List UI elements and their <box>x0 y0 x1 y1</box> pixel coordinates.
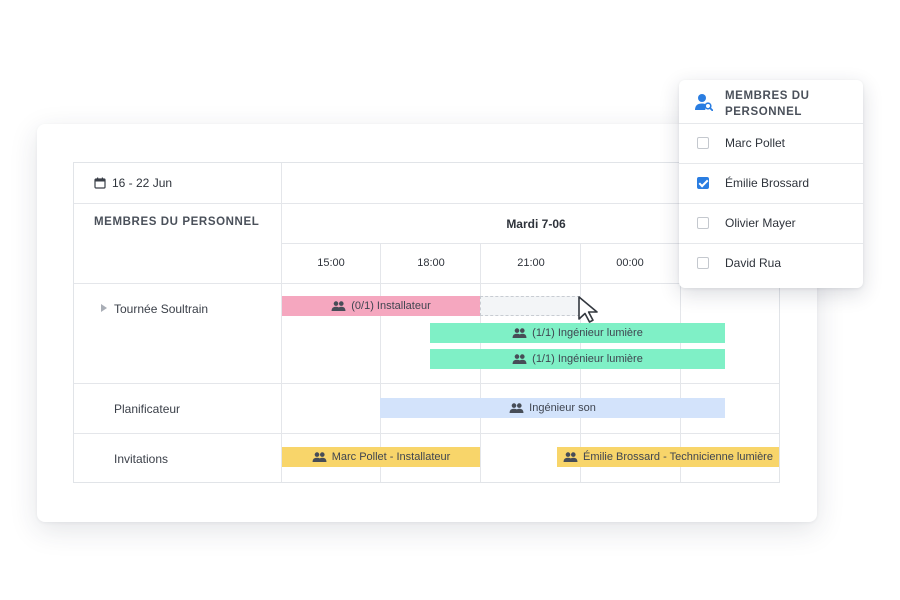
drag-placeholder <box>480 296 580 316</box>
shift-bar-ingenieur-son[interactable]: Ingénieur son <box>380 398 725 418</box>
member-checkbox[interactable] <box>697 257 709 269</box>
row-label-planificateur: Planificateur <box>114 402 181 416</box>
calendar-icon <box>94 177 106 189</box>
staff-panel-title: MEMBRES DU PERSONNEL <box>725 90 810 118</box>
hour-label: 21:00 <box>517 257 545 269</box>
people-icon <box>512 354 527 364</box>
hour-label: 00:00 <box>616 257 644 269</box>
hour-label: 15:00 <box>317 257 345 269</box>
invitation-bar[interactable]: Marc Pollet - Installateur <box>282 447 480 467</box>
staff-member-option[interactable]: Émilie Brossard <box>679 163 863 203</box>
member-name: Émilie Brossard <box>725 176 810 190</box>
shift-bar-label: (1/1) Ingénieur lumière <box>532 327 643 339</box>
invitation-bar-label: Marc Pollet - Installateur <box>331 451 451 463</box>
staff-members-panel: MEMBRES DU PERSONNEL Marc Pollet Émilie … <box>679 80 863 288</box>
shift-bar-label: Ingénieur son <box>529 402 596 414</box>
staff-column-title: MEMBRES DU PERSONNEL <box>94 216 260 228</box>
staff-member-option[interactable]: Olivier Mayer <box>679 203 863 243</box>
people-icon <box>509 403 524 413</box>
member-checkbox-checked[interactable] <box>697 177 709 189</box>
expand-arrow-icon[interactable] <box>101 304 107 312</box>
people-icon <box>331 301 346 311</box>
hour-label: 18:00 <box>417 257 445 269</box>
people-icon <box>563 452 578 462</box>
row-label-invitations: Invitations <box>114 452 169 466</box>
invitation-bar-label: Émilie Brossard - Technicienne lumière <box>583 451 773 463</box>
staff-member-option[interactable]: Marc Pollet <box>679 123 863 163</box>
grid-line <box>74 283 779 284</box>
invitation-bar[interactable]: Émilie Brossard - Technicienne lumière <box>557 447 779 467</box>
shift-bar-label: (0/1) Installateur <box>351 300 431 312</box>
people-icon <box>512 328 527 338</box>
member-name: Olivier Mayer <box>725 216 796 230</box>
grid-line <box>281 163 282 482</box>
shift-bar-ingenieur-lumiere[interactable]: (1/1) Ingénieur lumière <box>430 323 725 343</box>
member-name: David Rua <box>725 256 782 270</box>
row-label-tournee[interactable]: Tournée Soultrain <box>114 302 208 316</box>
staff-member-option[interactable]: David Rua <box>679 243 863 283</box>
date-range-label: 16 - 22 Jun <box>112 176 173 190</box>
grid-line <box>74 203 779 204</box>
shift-bar-installateur[interactable]: (0/1) Installateur <box>282 296 480 316</box>
date-range-picker[interactable]: 16 - 22 Jun <box>94 176 172 190</box>
staff-panel-header: MEMBRES DU PERSONNEL <box>679 80 863 124</box>
person-search-icon <box>695 94 713 111</box>
mouse-cursor-icon <box>578 296 598 323</box>
member-name: Marc Pollet <box>725 136 786 150</box>
shift-bar-ingenieur-lumiere[interactable]: (1/1) Ingénieur lumière <box>430 349 725 369</box>
shift-bar-label: (1/1) Ingénieur lumière <box>532 353 643 365</box>
day-title-text: Mardi 7-06 <box>506 217 566 231</box>
people-icon <box>312 452 327 462</box>
member-checkbox[interactable] <box>697 137 709 149</box>
grid-line <box>74 433 779 434</box>
grid-line <box>74 383 779 384</box>
member-checkbox[interactable] <box>697 217 709 229</box>
